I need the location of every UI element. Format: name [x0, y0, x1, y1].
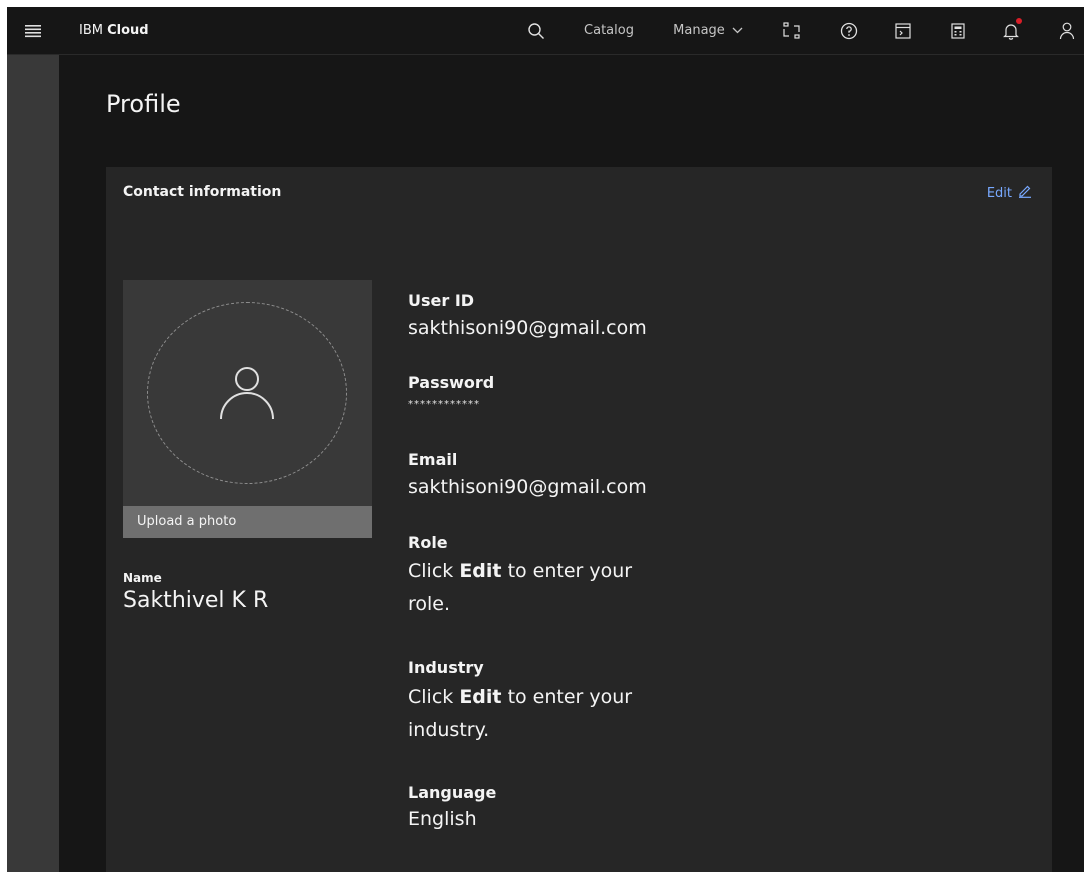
- brand-prefix: IBM: [79, 23, 103, 38]
- manage-label: Manage: [673, 23, 725, 38]
- catalog-link[interactable]: Catalog: [579, 7, 639, 54]
- email-value: sakthisoni90@gmail.com: [408, 476, 647, 498]
- upload-photo-button[interactable]: Upload a photo: [123, 506, 372, 538]
- top-navigation-bar: IBM Cloud Catalog Manage: [7, 7, 1084, 55]
- brand-name: Cloud: [107, 23, 149, 38]
- name-label: Name: [123, 571, 162, 585]
- menu-icon[interactable]: [19, 7, 47, 54]
- chevron-down-icon: [732, 27, 743, 34]
- language-value: English: [408, 808, 477, 830]
- search-icon[interactable]: [525, 7, 547, 54]
- edit-label: Edit: [986, 185, 1012, 201]
- industry-label: Industry: [408, 658, 484, 677]
- brand-link[interactable]: IBM Cloud: [79, 7, 149, 54]
- calculator-icon[interactable]: [946, 7, 970, 54]
- profile-photo: Upload a photo: [123, 280, 372, 538]
- password-label: Password: [408, 373, 495, 392]
- terminal-icon[interactable]: [891, 7, 915, 54]
- notification-icon[interactable]: [999, 7, 1023, 54]
- side-rail: [7, 55, 59, 872]
- user-id-value: sakthisoni90@gmail.com: [408, 317, 647, 339]
- contact-information-card: Contact information Edit Upload a photo …: [106, 167, 1052, 872]
- manage-menu[interactable]: Manage: [667, 7, 749, 54]
- avatar-icon: [218, 364, 276, 426]
- role-label: Role: [408, 533, 448, 552]
- role-edit-text: Edit: [459, 560, 502, 582]
- user-id-label: User ID: [408, 291, 475, 310]
- edit-button[interactable]: Edit: [987, 184, 1032, 202]
- name-value: Sakthivel K R: [123, 588, 269, 613]
- card-title: Contact information: [123, 184, 282, 200]
- language-label: Language: [408, 783, 497, 802]
- email-label: Email: [408, 450, 458, 469]
- industry-click-text: Click: [408, 686, 454, 708]
- industry-value: Click Edit to enter your industry.: [408, 681, 668, 747]
- app-window: IBM Cloud Catalog Manage Profile Contact…: [7, 7, 1084, 872]
- role-value: Click Edit to enter your role.: [408, 555, 668, 621]
- switcher-icon[interactable]: [780, 7, 804, 54]
- password-value: ************: [408, 399, 480, 410]
- help-icon[interactable]: [837, 7, 861, 54]
- notification-badge: [1016, 18, 1022, 24]
- page-title: Profile: [106, 90, 181, 118]
- role-click-text: Click: [408, 560, 454, 582]
- user-icon[interactable]: [1055, 7, 1079, 54]
- pencil-icon: [1018, 184, 1032, 202]
- industry-edit-text: Edit: [459, 686, 502, 708]
